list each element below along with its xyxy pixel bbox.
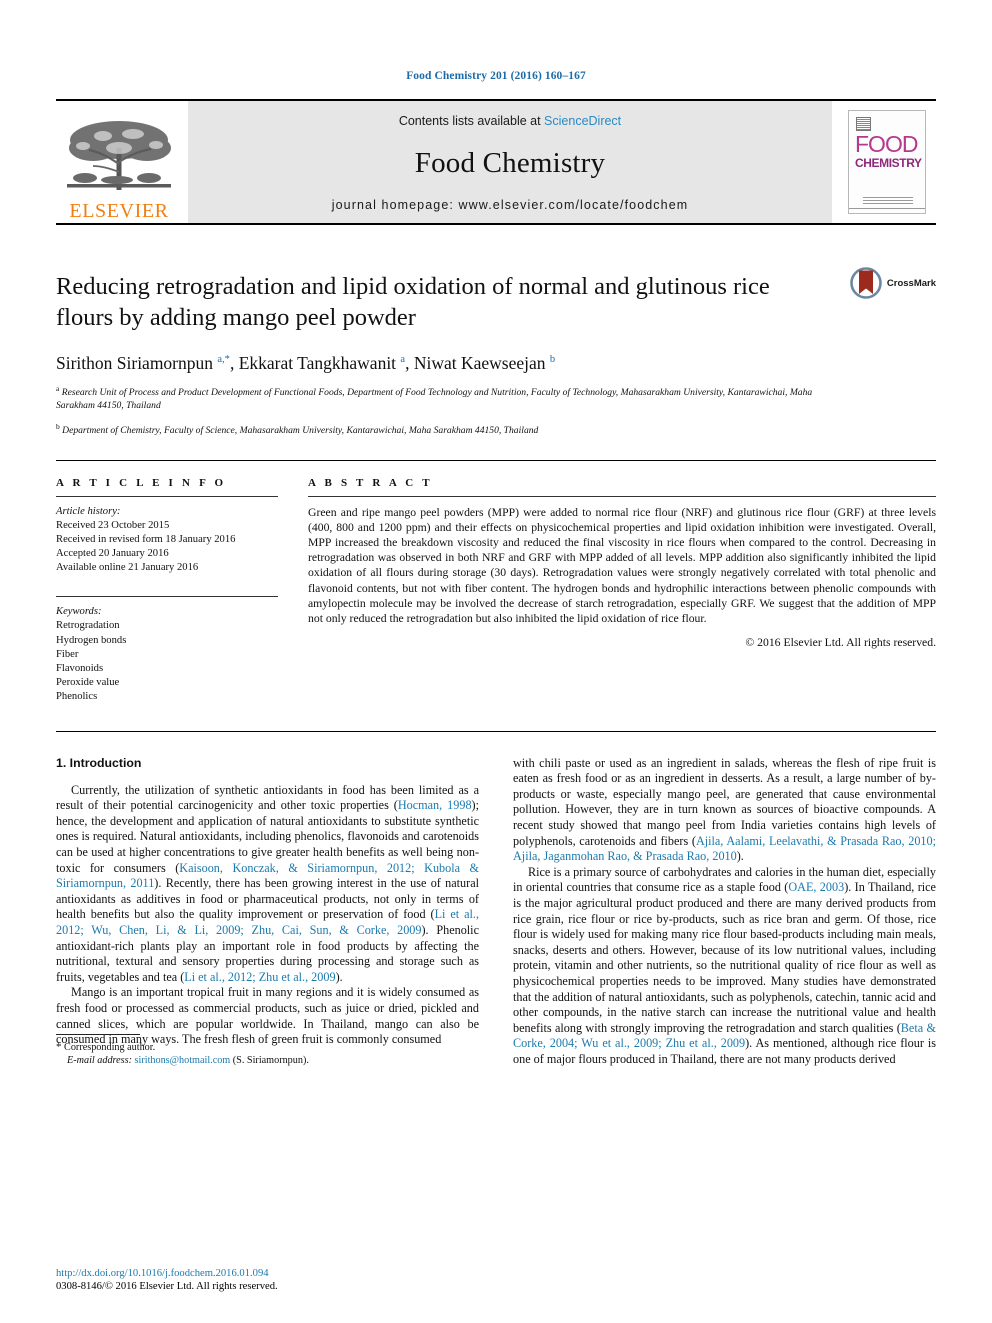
affiliation-b: b Department of Chemistry, Faculty of Sc… bbox=[56, 422, 539, 437]
affiliation-a-text: Research Unit of Process and Product Dev… bbox=[56, 387, 813, 411]
history-item: Accepted 20 January 2016 bbox=[56, 548, 169, 559]
body-column-right: with chili paste or used as an ingredien… bbox=[513, 756, 936, 1068]
article-info-divider bbox=[56, 495, 278, 497]
contents-prefix: Contents lists available at bbox=[398, 114, 545, 128]
email-label: E-mail address: bbox=[67, 1055, 132, 1067]
abstract-text: Green and ripe mango peel powders (MPP) … bbox=[308, 505, 936, 626]
footnote-block: * Corresponding author. E-mail address: … bbox=[56, 1033, 479, 1068]
email-owner: (S. Siriamornpun). bbox=[232, 1055, 309, 1067]
intro-paragraph-1: Currently, the utilization of synthetic … bbox=[56, 782, 479, 984]
footnote-rule bbox=[56, 1033, 140, 1035]
page-footer: http://dx.doi.org/10.1016/j.foodchem.201… bbox=[56, 1267, 278, 1294]
cover-bottom-rule bbox=[849, 208, 925, 209]
info-abstract-region: A R T I C L E I N F O Article history: R… bbox=[56, 459, 936, 705]
body-column-left: 1. Introduction Currently, the utilizati… bbox=[56, 756, 479, 1068]
doi-link[interactable]: http://dx.doi.org/10.1016/j.foodchem.201… bbox=[56, 1268, 269, 1279]
title-block: Reducing retrogradation and lipid oxidat… bbox=[56, 267, 936, 438]
body-top-divider bbox=[56, 730, 936, 732]
journal-homepage[interactable]: journal homepage: www.elsevier.com/locat… bbox=[332, 198, 689, 212]
doi-line: http://dx.doi.org/10.1016/j.foodchem.201… bbox=[56, 1267, 278, 1281]
contents-line: Contents lists available at ScienceDirec… bbox=[399, 114, 621, 128]
running-head: Food Chemistry 201 (2016) 160–167 bbox=[406, 70, 586, 82]
abstract-heading: A B S T R A C T bbox=[308, 476, 433, 489]
article-history-label: Article history: bbox=[56, 505, 121, 517]
keywords-divider bbox=[56, 596, 278, 598]
sciencedirect-link[interactable]: ScienceDirect bbox=[544, 114, 621, 128]
intro-paragraph-4: Rice is a primary source of carbohydrate… bbox=[513, 864, 936, 1066]
affiliation-b-text: Department of Chemistry, Faculty of Scie… bbox=[62, 425, 539, 437]
keywords-label: Keywords: bbox=[56, 606, 102, 618]
journal-masthead: ELSEVIER Contents lists available at Sci… bbox=[56, 99, 936, 225]
crossmark-label: CrossMark bbox=[886, 277, 936, 289]
abstract-column: A B S T R A C T Green and ripe mango pee… bbox=[308, 477, 936, 705]
keyword-item: Peroxide value bbox=[56, 677, 120, 689]
asterisk-icon: * bbox=[56, 1040, 62, 1053]
body-columns: 1. Introduction Currently, the utilizati… bbox=[56, 756, 936, 1068]
elsevier-logo: ELSEVIER bbox=[56, 101, 182, 223]
journal-title: Food Chemistry bbox=[414, 146, 606, 179]
corresponding-author-text: Corresponding author. bbox=[64, 1041, 156, 1053]
elsevier-wordmark: ELSEVIER bbox=[69, 200, 169, 222]
corresponding-author-note: * Corresponding author. bbox=[56, 1041, 479, 1054]
page-title: Reducing retrogradation and lipid oxidat… bbox=[56, 273, 770, 331]
journal-article-page: Food Chemistry 201 (2016) 160–167 ELSEVI… bbox=[0, 0, 992, 1323]
history-item: Available online 21 January 2016 bbox=[56, 562, 199, 574]
cover-title-chemistry: CHEMISTRY bbox=[855, 156, 922, 170]
email-link[interactable]: sirithons@hotmail.com bbox=[135, 1055, 231, 1066]
journal-cover-thumbnail: FOOD CHEMISTRY bbox=[838, 101, 936, 223]
keyword-item: Fiber bbox=[56, 648, 79, 660]
author-list: Sirithon Siriamornpun a,*, Ekkarat Tangk… bbox=[56, 353, 556, 373]
section-title-introduction: 1. Introduction bbox=[56, 755, 142, 770]
keywords-list: Retrogradation Hydrogen bonds Fiber Flav… bbox=[56, 619, 278, 704]
crossmark-badge[interactable]: CrossMark bbox=[850, 267, 936, 299]
issn-copyright-line: 0308-8146/© 2016 Elsevier Ltd. All right… bbox=[56, 1281, 278, 1293]
email-note: E-mail address: sirithons@hotmail.com (S… bbox=[56, 1054, 479, 1067]
crossmark-icon bbox=[850, 267, 882, 299]
article-info-heading: A R T I C L E I N F O bbox=[56, 476, 227, 489]
keyword-item: Retrogradation bbox=[56, 620, 120, 632]
intro-paragraph-3: with chili paste or used as an ingredien… bbox=[513, 755, 936, 864]
keyword-item: Phenolics bbox=[56, 691, 98, 703]
keyword-item: Flavonoids bbox=[56, 663, 104, 675]
cover-image: FOOD CHEMISTRY bbox=[848, 110, 926, 214]
cover-footer-lines bbox=[863, 197, 913, 204]
masthead-center: Contents lists available at ScienceDirec… bbox=[188, 101, 832, 223]
article-history-list: Received 23 October 2015 Received in rev… bbox=[56, 519, 278, 576]
cover-barcode-icon bbox=[856, 117, 871, 131]
elsevier-tree-icon bbox=[67, 121, 171, 190]
abstract-copyright: © 2016 Elsevier Ltd. All rights reserved… bbox=[745, 636, 936, 650]
keyword-item: Hydrogen bonds bbox=[56, 634, 127, 646]
article-info-column: A R T I C L E I N F O Article history: R… bbox=[56, 477, 278, 705]
affiliation-a: a Research Unit of Process and Product D… bbox=[56, 384, 813, 411]
history-item: Received 23 October 2015 bbox=[56, 519, 170, 531]
history-item: Received in revised form 18 January 2016 bbox=[56, 533, 236, 545]
abstract-divider bbox=[308, 495, 936, 497]
cover-title-food: FOOD bbox=[855, 131, 918, 157]
